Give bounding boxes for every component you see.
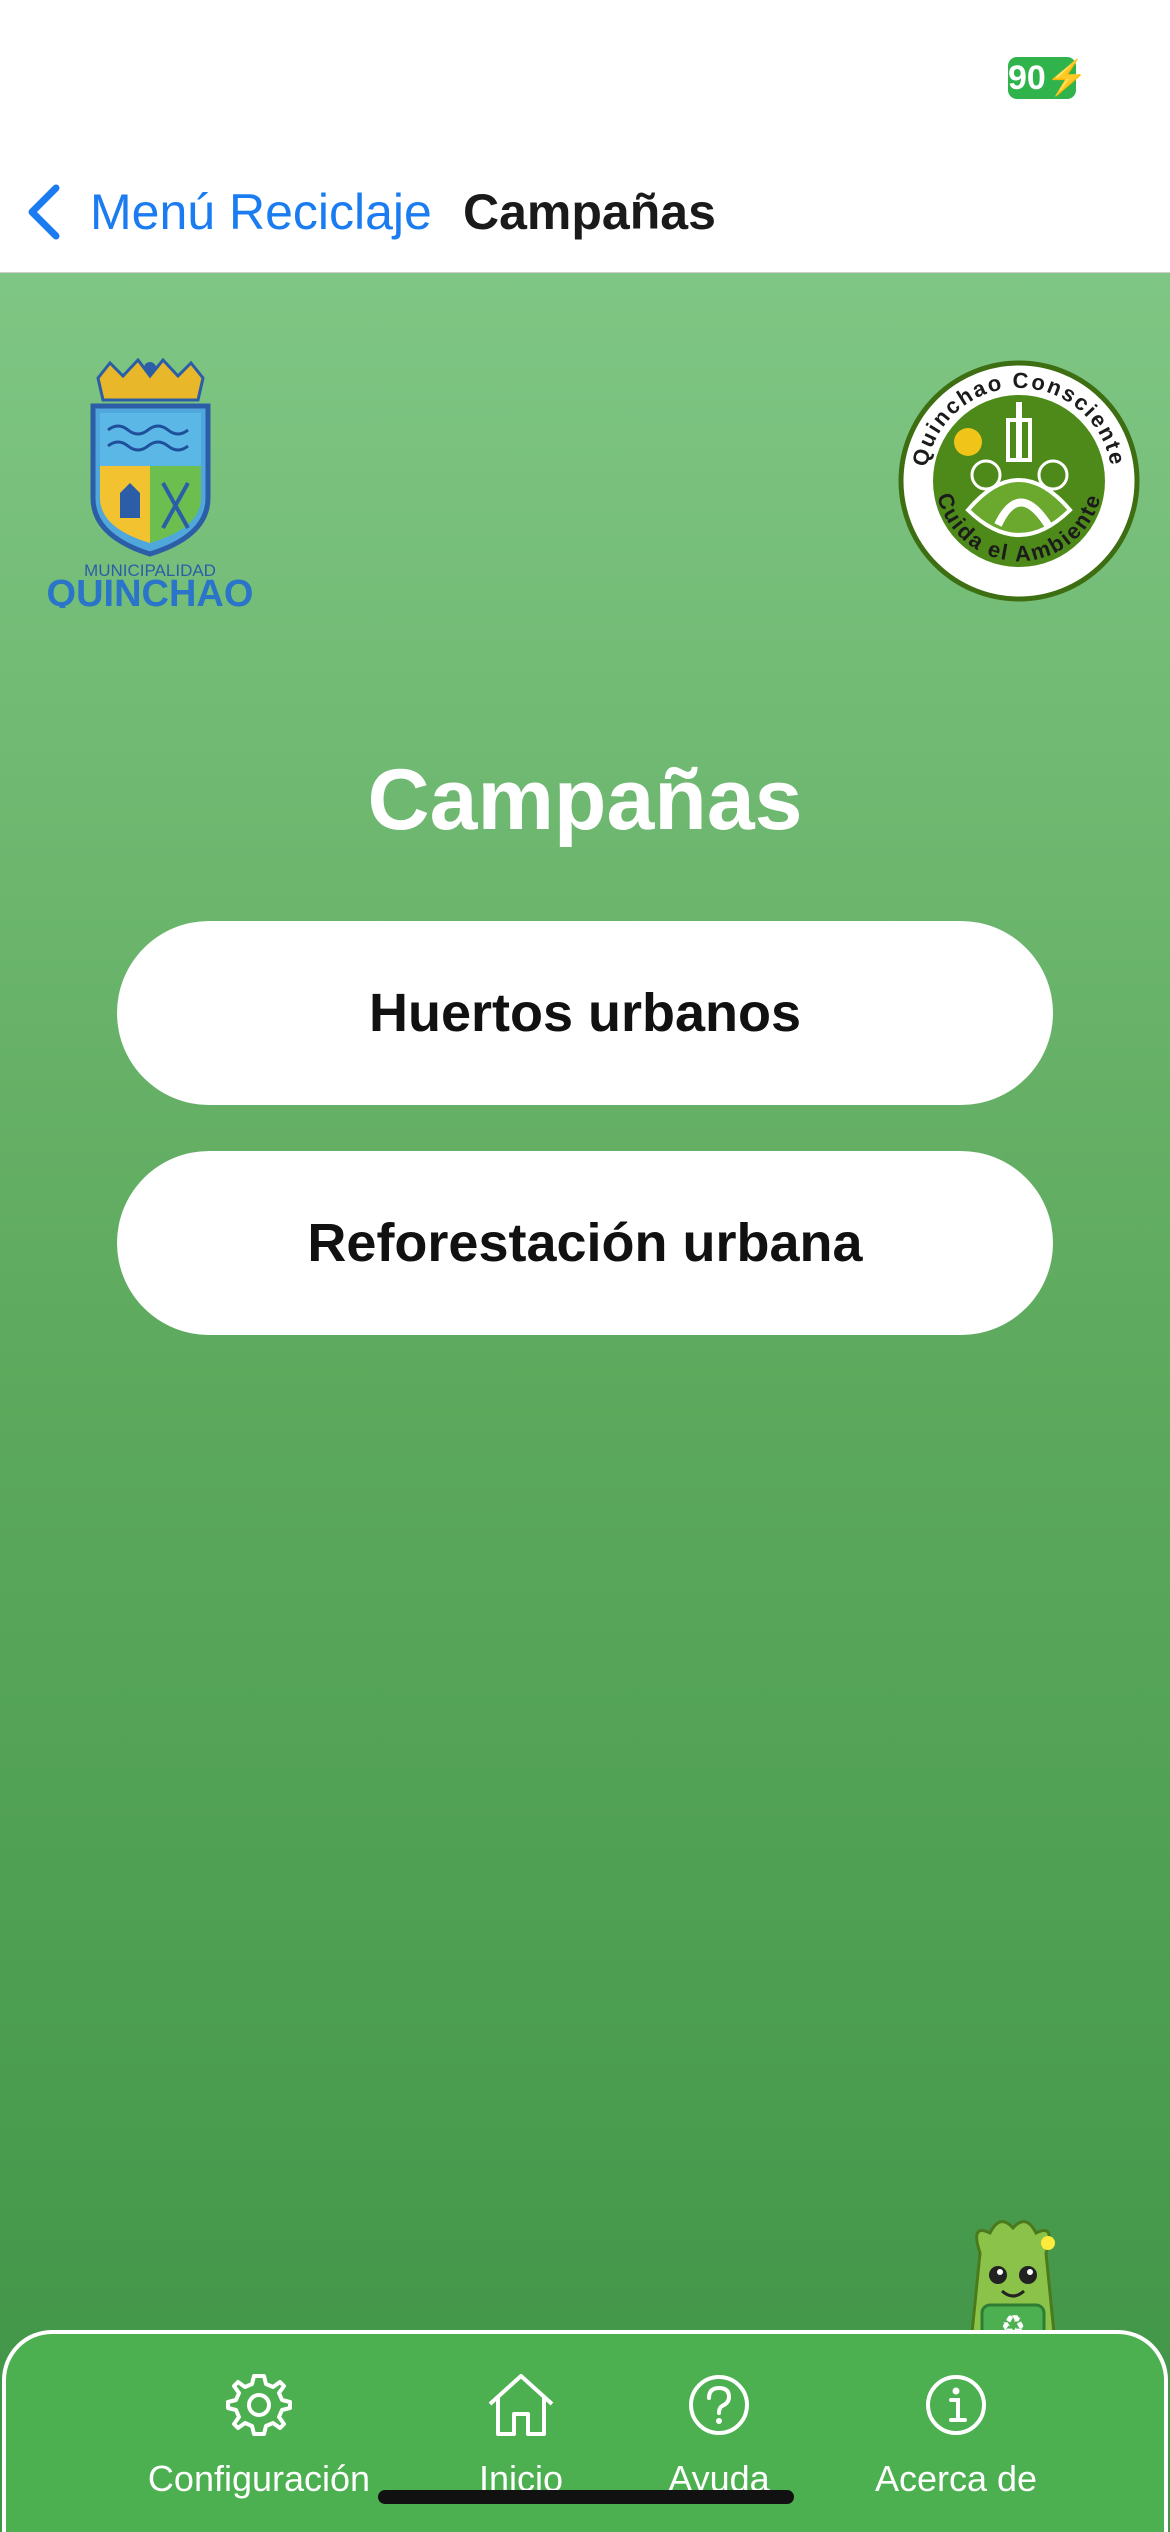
back-button[interactable]: Menú Reciclaje bbox=[24, 172, 432, 252]
gear-icon bbox=[226, 2374, 292, 2436]
tab-ayuda[interactable]: Ayuda bbox=[644, 2334, 794, 2504]
battery-level: 90 bbox=[1008, 59, 1046, 97]
main-content: MUNICIPALIDAD QUINCHAO Quinchao Conscien… bbox=[0, 273, 1170, 2532]
municipalidad-quinchao-logo: MUNICIPALIDAD QUINCHAO bbox=[47, 358, 254, 608]
charging-icon: ⚡ bbox=[1045, 59, 1089, 97]
status-bar: 90⚡ bbox=[0, 0, 1170, 150]
back-button-label: Menú Reciclaje bbox=[90, 184, 432, 240]
nav-title: Campañas bbox=[463, 184, 716, 240]
page-title: Campañas bbox=[367, 752, 803, 848]
huertos-urbanos-button[interactable]: Huertos urbanos bbox=[117, 921, 1053, 1105]
navigation-bar: Menú Reciclaje Campañas bbox=[0, 150, 1170, 273]
quinchao-consciente-logo: Quinchao Consciente Cuida el Ambiente bbox=[898, 360, 1140, 602]
battery-indicator: 90⚡ bbox=[1008, 57, 1088, 99]
tab-inicio[interactable]: Inicio bbox=[446, 2334, 596, 2504]
tab-configuracion[interactable]: Configuración bbox=[134, 2334, 384, 2504]
municipal-logo-line2: QUINCHAO bbox=[47, 573, 254, 608]
reforestacion-urbana-button[interactable]: Reforestación urbana bbox=[117, 1151, 1053, 1335]
chevron-left-icon bbox=[28, 184, 60, 240]
tab-acerca-de-label: Acerca de bbox=[874, 2458, 1038, 2499]
tab-acerca-de[interactable]: Acerca de bbox=[846, 2334, 1066, 2504]
tab-configuracion-label: Configuración bbox=[147, 2458, 371, 2499]
home-indicator[interactable] bbox=[378, 2490, 794, 2504]
help-icon bbox=[689, 2375, 749, 2435]
info-icon bbox=[926, 2375, 986, 2435]
home-icon bbox=[488, 2374, 554, 2436]
